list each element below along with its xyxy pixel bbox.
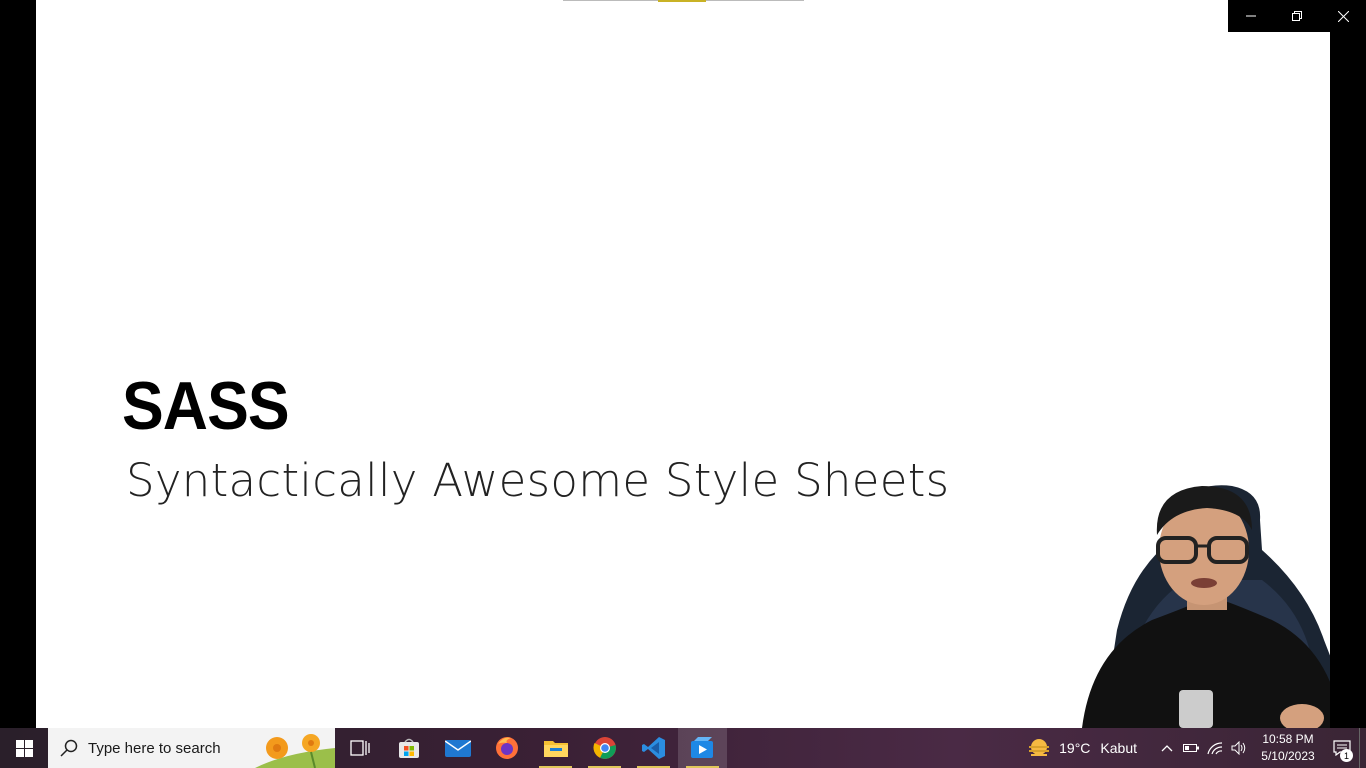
video-area: SASS Syntactically Awesome Style Sheets [0, 0, 1366, 728]
volume-button[interactable] [1227, 728, 1251, 768]
window-controls [1228, 0, 1366, 32]
search-placeholder: Type here to search [88, 739, 221, 757]
taskbar-chrome[interactable] [580, 728, 629, 768]
progress-fill [658, 0, 706, 2]
taskbar-search-box[interactable]: Type here to search [48, 728, 335, 768]
vscode-icon [641, 737, 665, 759]
battery-icon [1183, 744, 1199, 752]
file-explorer-icon [543, 741, 568, 757]
notification-badge: 1 [1340, 749, 1353, 762]
chrome-icon [592, 737, 616, 759]
presenter-webcam-overlay [1082, 485, 1330, 728]
restore-button[interactable] [1274, 0, 1320, 32]
weather-hazy-sun-icon [1029, 739, 1050, 756]
show-desktop-button[interactable] [1359, 728, 1366, 768]
chevron-up-icon [1161, 745, 1173, 752]
taskbar-microsoft-store[interactable] [384, 728, 433, 768]
microsoft-store-icon [398, 738, 419, 758]
speaker-icon [1231, 741, 1246, 755]
system-tray: 19°C Kabut 10:58 PM 5/10/2023 1 [1027, 728, 1366, 768]
wifi-icon [1207, 742, 1223, 755]
windows-logo-icon [15, 739, 33, 757]
show-hidden-icons-button[interactable] [1155, 728, 1179, 768]
start-button[interactable] [0, 728, 48, 768]
weather-widget[interactable]: 19°C Kabut [1027, 738, 1137, 758]
taskbar-clock[interactable]: 10:58 PM 5/10/2023 [1251, 731, 1325, 765]
task-view-button[interactable] [335, 728, 384, 768]
firefox-icon [495, 737, 518, 759]
search-icon [60, 739, 78, 757]
weather-condition: Kabut [1100, 740, 1137, 756]
network-button[interactable] [1203, 728, 1227, 768]
search-highlight-flower-icon [255, 734, 335, 768]
restore-icon [1292, 11, 1302, 21]
close-icon [1337, 10, 1349, 22]
action-center-button[interactable]: 1 [1325, 728, 1359, 768]
slide-subtitle: Syntactically Awesome Style Sheets [126, 454, 950, 507]
taskbar-vscode[interactable] [629, 728, 678, 768]
taskbar: Type here to search 19°C Kabut 10:58 PM … [0, 728, 1366, 768]
task-view-icon [349, 740, 370, 756]
battery-button[interactable] [1179, 728, 1203, 768]
slide-title: SASS [122, 368, 290, 444]
clock-date: 5/10/2023 [1261, 749, 1315, 763]
weather-temperature: 19°C [1059, 740, 1091, 756]
taskbar-file-explorer[interactable] [531, 728, 580, 768]
close-button[interactable] [1320, 0, 1366, 32]
clock-time: 10:58 PM [1262, 732, 1314, 746]
video-player-icon [690, 737, 713, 758]
taskbar-firefox[interactable] [482, 728, 531, 768]
presentation-slide: SASS Syntactically Awesome Style Sheets [36, 0, 1330, 728]
mail-icon [444, 740, 471, 757]
minimize-button[interactable] [1228, 0, 1274, 32]
taskbar-mail[interactable] [433, 728, 482, 768]
taskbar-video-player[interactable] [678, 728, 727, 768]
minimize-icon [1246, 15, 1256, 17]
